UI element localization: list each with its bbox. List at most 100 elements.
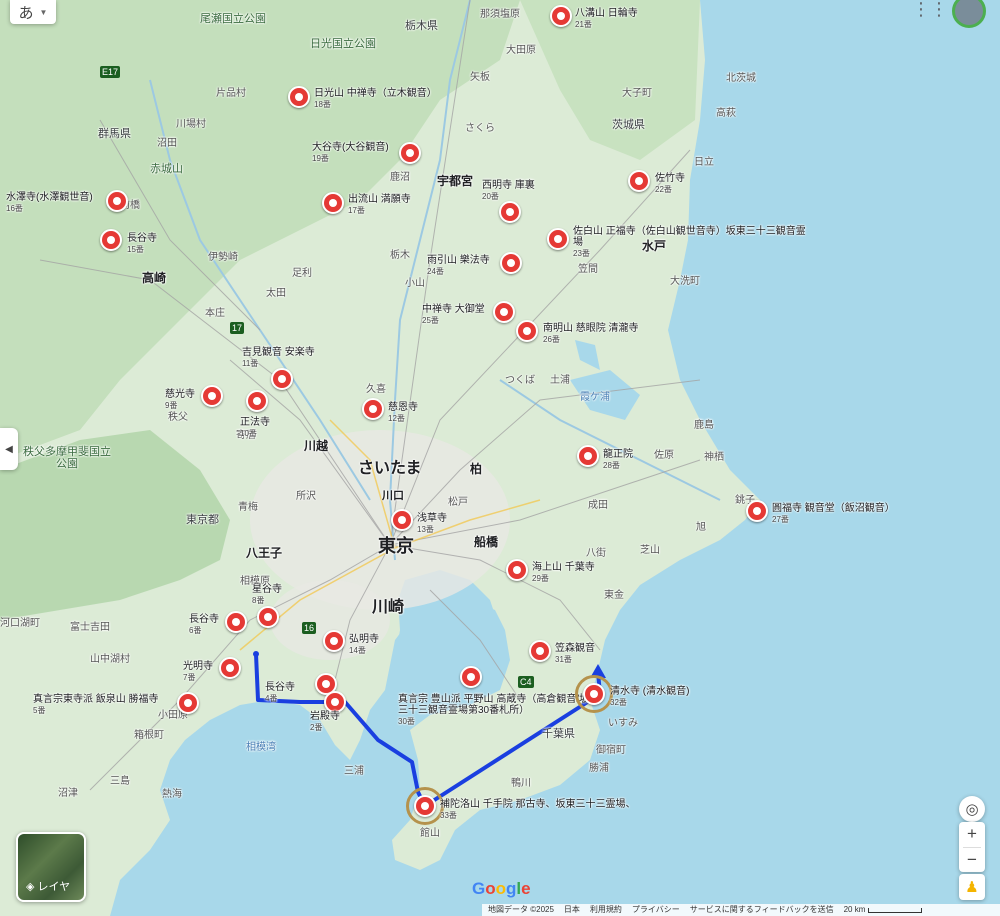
road-c4: C4 [518, 676, 534, 688]
temple-label[interactable]: 海上山 千葉寺 29番 [532, 562, 595, 584]
temple-pin-icon[interactable] [288, 86, 310, 108]
temple-pin-icon[interactable] [506, 559, 528, 581]
temple-pin-icon[interactable] [323, 630, 345, 652]
pegman-street-view-icon[interactable]: ♟ [959, 874, 985, 900]
temple-label[interactable]: 正法寺 10番 [240, 417, 270, 439]
temple-label[interactable]: 長谷寺 4番 [265, 682, 295, 704]
label-atami: 熱海 [162, 789, 182, 800]
road-16: 16 [302, 622, 317, 634]
temple-pin-icon[interactable] [577, 445, 599, 467]
label-takahagi: 高萩 [716, 108, 736, 119]
temple-label[interactable]: 弘明寺 14番 [349, 634, 379, 656]
temple-label[interactable]: 八溝山 日輪寺 21番 [575, 8, 638, 30]
input-method-button[interactable]: あ ▼ [10, 0, 56, 24]
temple-pin-icon[interactable] [529, 640, 551, 662]
temple-pin-icon[interactable] [257, 606, 279, 628]
temple-label[interactable]: 清水寺 (清水観音) 32番 [610, 686, 689, 708]
temple-label[interactable]: 圓福寺 観音堂（飯沼観音） 27番 [772, 503, 895, 525]
temple-pin-icon[interactable] [399, 142, 421, 164]
feedback-link[interactable]: サービスに関するフィードバックを送信 [690, 904, 834, 916]
privacy-link[interactable]: プライバシー [632, 904, 680, 916]
label-chichibu-park: 秩父多摩甲斐国立公園 [23, 446, 111, 470]
temple-pin-icon[interactable] [547, 228, 569, 250]
temple-label[interactable]: 真言宗東寺派 飯泉山 勝福寺 5番 [33, 694, 159, 716]
temple-name: 岩殿寺 [310, 711, 340, 722]
temple-label[interactable]: 長谷寺 15番 [127, 233, 157, 255]
temple-pin-icon[interactable] [391, 509, 413, 531]
temple-label[interactable]: 日光山 中禅寺（立木観音） 18番 [314, 88, 437, 110]
temple-number: 26番 [543, 335, 560, 344]
temple-pin-icon[interactable] [500, 252, 522, 274]
layers-icon: ◈ [26, 880, 35, 893]
country-link[interactable]: 日本 [564, 904, 580, 916]
temple-pin-icon[interactable] [271, 368, 293, 390]
temple-name: 大谷寺(大谷観音) [312, 142, 389, 153]
temple-pin-icon[interactable] [246, 390, 268, 412]
temple-number: 18番 [314, 100, 331, 109]
temple-pin-icon[interactable] [414, 795, 436, 817]
map-canvas[interactable] [0, 0, 1000, 916]
label-numata: 沼田 [157, 138, 177, 149]
temple-label[interactable]: 大谷寺(大谷観音) 19番 [312, 142, 389, 164]
apps-grid-icon[interactable]: ⋮⋮ [912, 0, 948, 19]
layer-toggle-button[interactable]: ◈ レイヤ [16, 832, 86, 902]
label-sakura: さくら [465, 123, 495, 134]
zoom-in-button[interactable]: + [959, 822, 985, 847]
temple-number: 8番 [252, 596, 265, 605]
zoom-out-button[interactable]: − [959, 848, 985, 873]
temple-label[interactable]: 出流山 満願寺 17番 [348, 194, 411, 216]
temple-pin-icon[interactable] [516, 320, 538, 342]
temple-pin-icon[interactable] [583, 683, 605, 705]
temple-pin-icon[interactable] [201, 385, 223, 407]
temple-name: 真言宗東寺派 飯泉山 勝福寺 [33, 694, 159, 705]
collapse-panel-button[interactable]: ◀ [0, 428, 18, 470]
temple-pin-icon[interactable] [322, 192, 344, 214]
temple-label[interactable]: 浅草寺 13番 [417, 513, 447, 535]
temple-label[interactable]: 長谷寺 6番 [189, 614, 219, 636]
label-katashina: 片品村 [216, 88, 246, 99]
temple-pin-icon[interactable] [100, 229, 122, 251]
temple-label[interactable]: 笠森観音 31番 [555, 643, 595, 665]
temple-number: 21番 [575, 20, 592, 29]
temple-pin-icon[interactable] [362, 398, 384, 420]
temple-number: 20番 [482, 192, 499, 201]
temple-pin-icon[interactable] [225, 611, 247, 633]
temple-label[interactable]: 中禅寺 大御堂 25番 [422, 304, 485, 326]
temple-number: 22番 [655, 185, 672, 194]
label-onjuku: 御宿町 [596, 745, 626, 756]
temple-label[interactable]: 慈光寺 9番 [165, 389, 195, 411]
temple-pin-icon[interactable] [219, 657, 241, 679]
label-tsukuba: つくば [505, 375, 535, 386]
temple-label[interactable]: 岩殿寺 2番 [310, 711, 340, 733]
terms-link[interactable]: 利用規約 [590, 904, 622, 916]
temple-pin-icon[interactable] [324, 691, 346, 713]
label-kawaba: 川場村 [176, 119, 206, 130]
temple-pin-icon[interactable] [493, 301, 515, 323]
temple-label[interactable]: 慈恩寺 12番 [388, 402, 418, 424]
label-kashima: 鹿島 [694, 420, 714, 431]
temple-name: 佐白山 正福寺（佐白山観世音寺）坂東三十三観音霊場 [573, 226, 806, 248]
temple-pin-icon[interactable] [460, 666, 482, 688]
temple-pin-icon[interactable] [106, 190, 128, 212]
temple-label[interactable]: 補陀洛山 千手院 那古寺、坂東三十三霊場、 33番 [440, 799, 636, 821]
label-tochigi-city: 栃木 [390, 250, 410, 261]
my-location-button[interactable]: ◎ [959, 796, 985, 822]
temple-label[interactable]: 光明寺 7番 [183, 661, 213, 683]
road-17: 17 [230, 322, 245, 334]
temple-pin-icon[interactable] [550, 5, 572, 27]
temple-pin-icon[interactable] [628, 170, 650, 192]
temple-label[interactable]: 南明山 慈眼院 清瀧寺 26番 [543, 323, 639, 345]
temple-label[interactable]: 龍正院 28番 [603, 449, 633, 471]
temple-label[interactable]: 佐白山 正福寺（佐白山観世音寺）坂東三十三観音霊場 23番 [573, 226, 813, 259]
temple-pin-icon[interactable] [499, 201, 521, 223]
scale-bar[interactable]: 20 km [844, 904, 923, 916]
temple-pin-icon[interactable] [177, 692, 199, 714]
temple-label[interactable]: 吉見観音 安楽寺 11番 [242, 347, 315, 369]
temple-label[interactable]: 水澤寺(水澤観世音) 16番 [6, 192, 93, 214]
label-ota: 太田 [266, 288, 286, 299]
temple-label[interactable]: 西明寺 庫裏 20番 [482, 180, 535, 202]
temple-label[interactable]: 雨引山 樂法寺 24番 [427, 255, 490, 277]
temple-label[interactable]: 佐竹寺 22番 [655, 173, 685, 195]
temple-label[interactable]: 星谷寺 8番 [252, 584, 282, 606]
temple-pin-icon[interactable] [746, 500, 768, 522]
